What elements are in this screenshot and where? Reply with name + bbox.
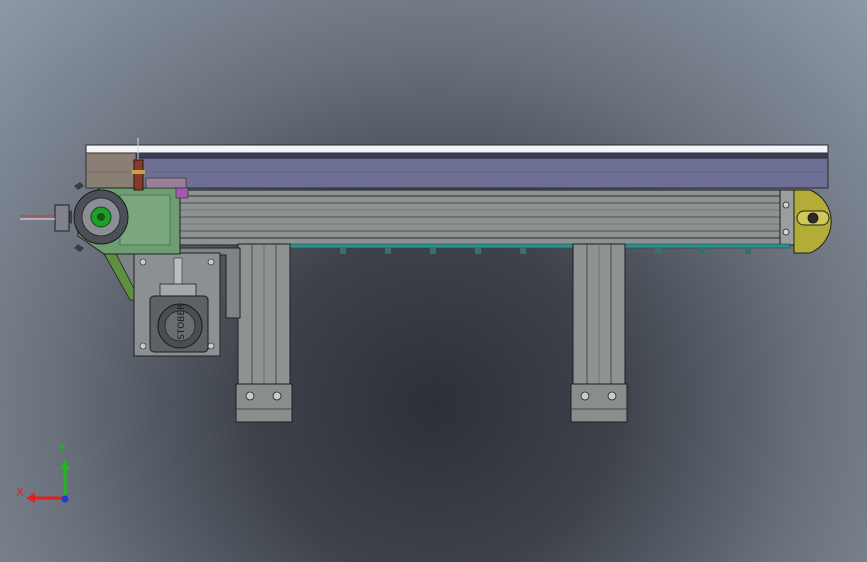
triad-y-label: Y (59, 441, 66, 454)
support-leg-1[interactable] (235, 243, 293, 423)
support-leg-2[interactable] (570, 243, 628, 423)
triad-x-label: X (16, 486, 24, 499)
conveyor-belt[interactable] (85, 144, 829, 189)
axis-triad (26, 460, 70, 503)
triad-y-arrow-icon (60, 460, 70, 469)
tail-pulley[interactable] (793, 189, 832, 254)
triad-z-axis (61, 495, 69, 503)
triad-x-arrow-icon (26, 493, 35, 503)
motor-brand-label: STOBER (177, 304, 187, 340)
conveyor-model[interactable]: STOBER (0, 0, 867, 562)
drive-motor[interactable]: STOBER (133, 252, 221, 357)
graphics-viewport[interactable]: STOBER X Y (0, 0, 867, 562)
cable-connector[interactable] (20, 204, 70, 232)
frame-profile[interactable] (179, 189, 795, 246)
return-rail[interactable] (289, 243, 791, 254)
